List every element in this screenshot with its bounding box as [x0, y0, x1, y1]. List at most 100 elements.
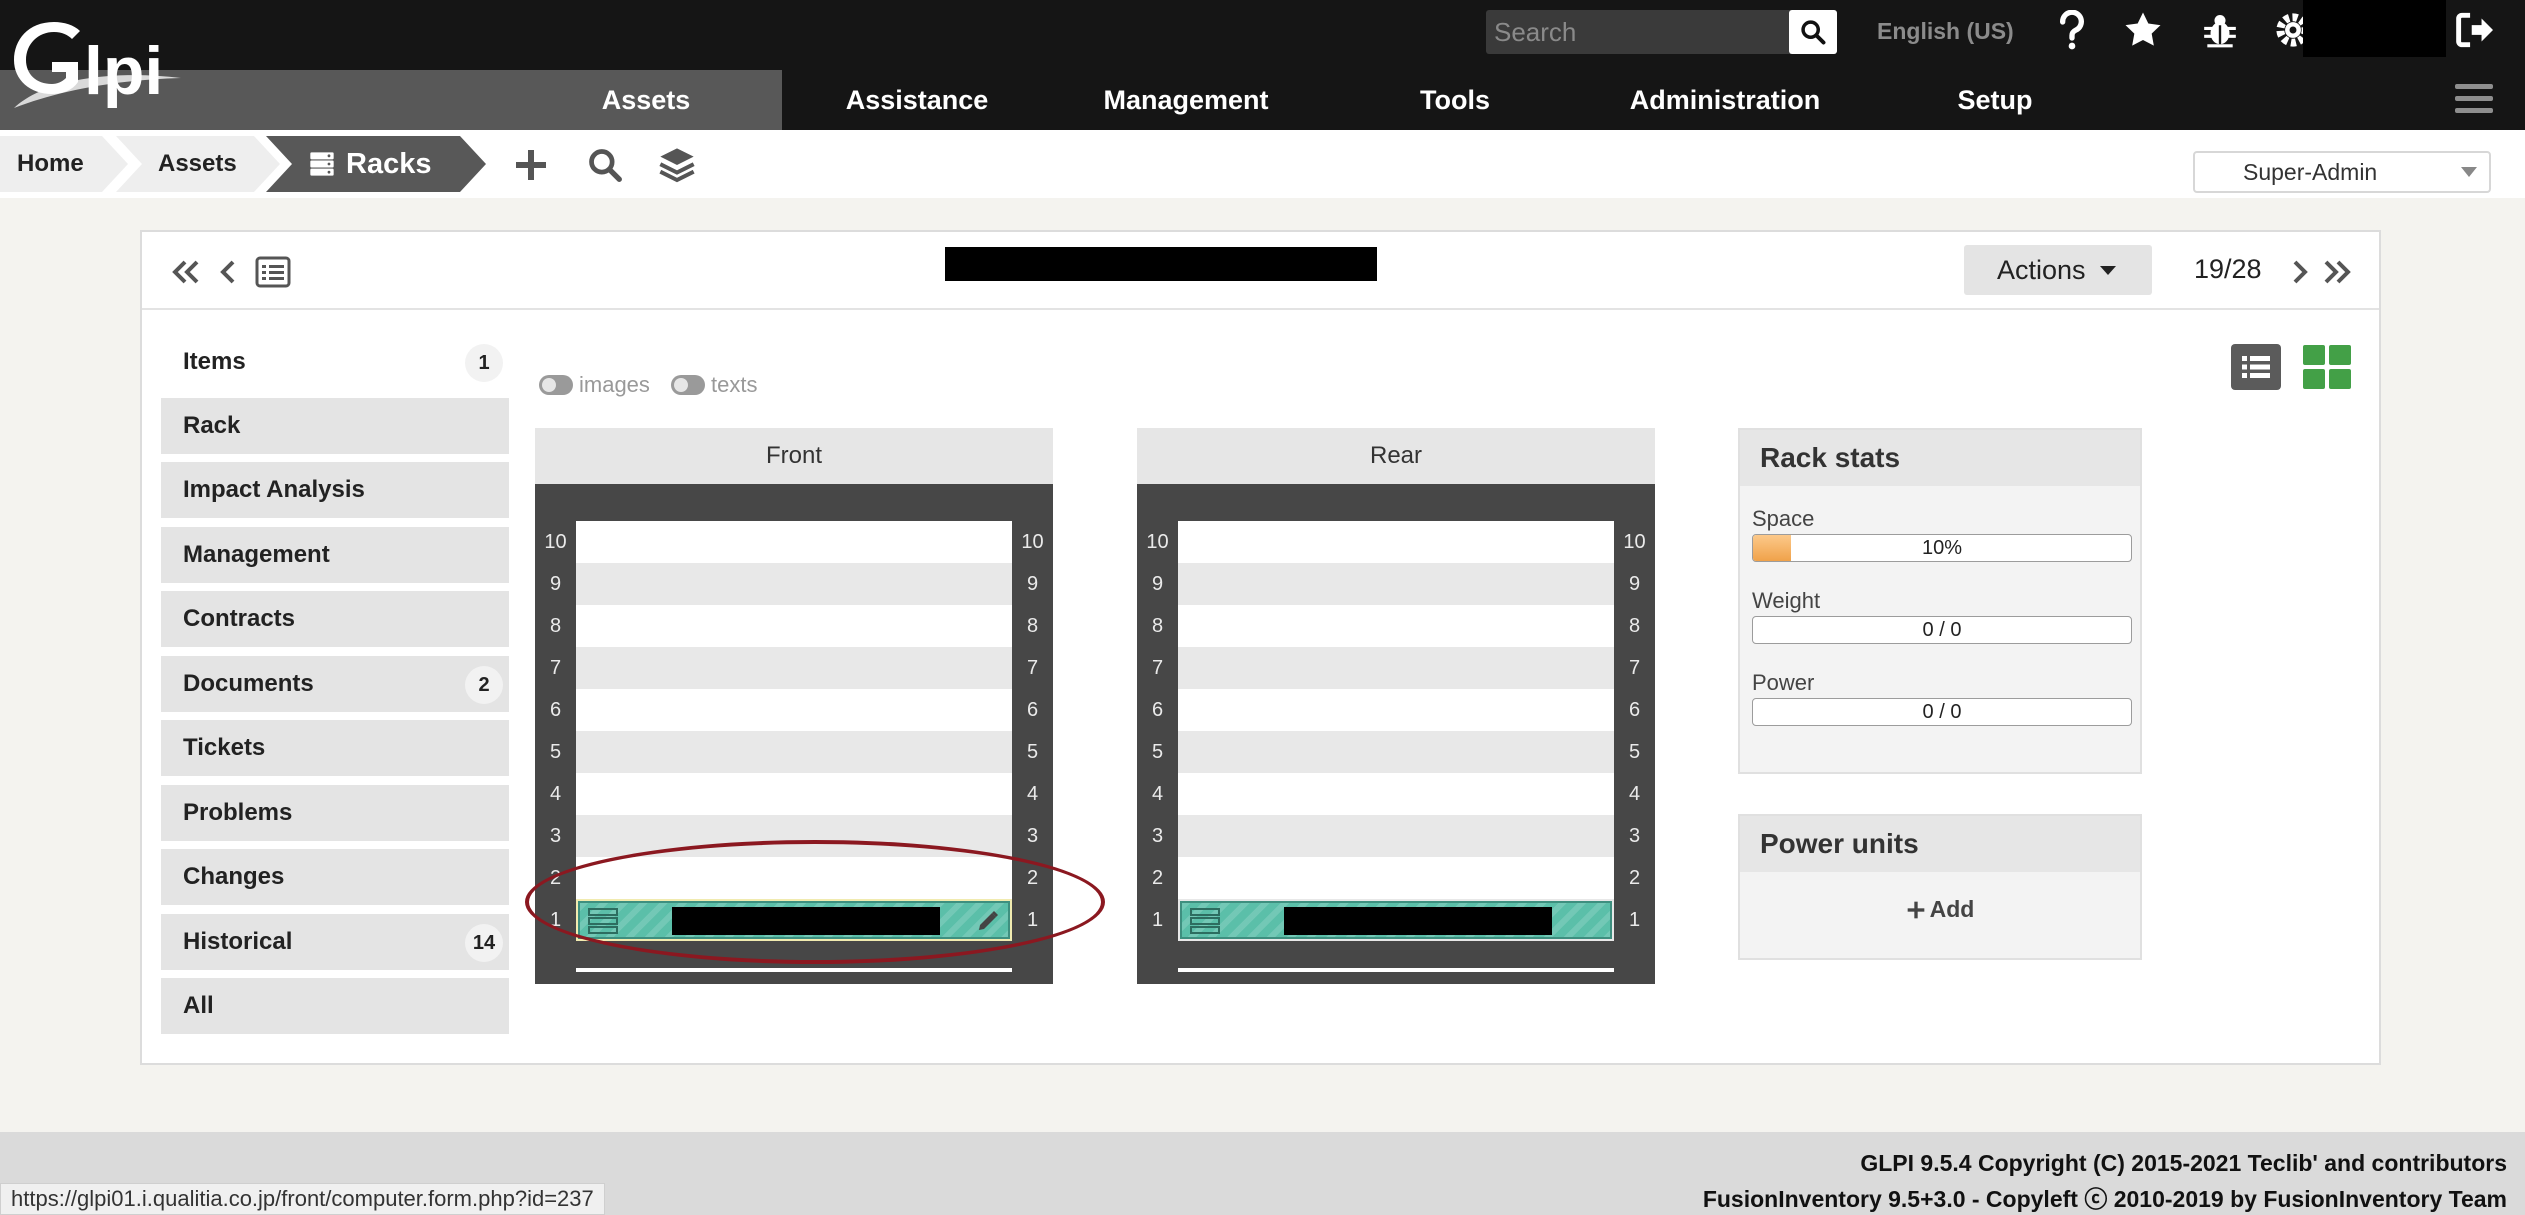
chevron-right-icon [2293, 260, 2308, 284]
tab-items[interactable]: Items 1 [161, 334, 509, 390]
breadcrumb-assets[interactable]: Assets [116, 136, 280, 192]
language-selector[interactable]: English (US) [1877, 18, 2014, 45]
rack-unit-number: 1 [1026, 909, 1039, 931]
server-icon [1190, 908, 1220, 934]
nav-tools[interactable]: Tools [1320, 70, 1590, 130]
list-records-button[interactable] [254, 254, 292, 290]
tab-changes[interactable]: Changes [161, 849, 509, 905]
nav-assistance[interactable]: Assistance [782, 70, 1052, 130]
tab-label: Management [183, 541, 330, 568]
rack-slot[interactable] [1178, 563, 1614, 605]
space-value: 10% [1921, 536, 1963, 559]
nav-management[interactable]: Management [1052, 70, 1320, 130]
rack-unit-number: 3 [1151, 825, 1164, 847]
texts-toggle[interactable]: texts [671, 372, 757, 398]
rack-slot[interactable] [1178, 689, 1614, 731]
rack-device-computer[interactable] [578, 901, 1010, 939]
power-label: Power [1752, 670, 1815, 695]
breadcrumb-home[interactable]: Home [0, 136, 128, 192]
debug-button[interactable] [2195, 6, 2245, 54]
rack-slot[interactable] [576, 647, 1012, 689]
caret-down-icon [2099, 265, 2116, 275]
help-button[interactable] [2047, 6, 2097, 54]
device-name-redacted [672, 907, 940, 935]
fusioninventory-copyright[interactable]: FusionInventory 9.5+3.0 - Copyleft ⓒ 201… [1703, 1180, 2507, 1214]
tab-rack[interactable]: Rack [161, 398, 509, 454]
rack-unit-number: 9 [549, 573, 562, 595]
tab-all[interactable]: All [161, 978, 509, 1034]
weight-label: Weight [1752, 588, 1821, 613]
logout-icon [2456, 12, 2493, 48]
breadcrumb-racks[interactable]: Racks [266, 136, 486, 192]
glpi-logo-icon: lpi [14, 22, 181, 109]
rack-unit-number: 1 [1151, 909, 1164, 931]
nav-setup[interactable]: Setup [1860, 70, 2130, 130]
add-power-unit-link[interactable]: Add [1740, 896, 2140, 923]
rack-unit-number: 6 [1026, 699, 1039, 721]
glpi-logo[interactable]: lpi [6, 8, 196, 118]
tab-impact-analysis[interactable]: Impact Analysis [161, 462, 509, 518]
question-icon [2060, 10, 2084, 50]
tab-tickets[interactable]: Tickets [161, 720, 509, 776]
next-record-button[interactable] [2290, 254, 2310, 290]
nav-administration[interactable]: Administration [1590, 70, 1860, 130]
rack-slot[interactable] [576, 857, 1012, 899]
nav-assets[interactable]: Assets [510, 70, 782, 130]
rack-unit-number: 10 [1623, 531, 1646, 553]
top-header: English (US) [0, 0, 2525, 70]
actions-button[interactable]: Actions [1964, 245, 2152, 295]
rack-unit-number: 6 [1628, 699, 1641, 721]
bookmarks-button[interactable] [2118, 6, 2168, 54]
rack-slot[interactable] [1178, 815, 1614, 857]
images-toggle[interactable]: images [539, 372, 650, 398]
rack-slot[interactable] [1178, 605, 1614, 647]
user-menu[interactable] [2303, 0, 2446, 57]
tab-label: Historical [183, 928, 293, 955]
tab-management[interactable]: Management [161, 527, 509, 583]
rack-slot[interactable] [576, 731, 1012, 773]
rack-slot[interactable] [576, 689, 1012, 731]
rack-slot[interactable] [576, 563, 1012, 605]
rack-device-computer-rear[interactable] [1180, 901, 1612, 939]
weight-value: 0 / 0 [1922, 618, 1962, 641]
last-record-button[interactable] [2320, 254, 2354, 290]
templates-button[interactable] [654, 142, 700, 188]
rack-slot[interactable] [1178, 647, 1614, 689]
rack-stats-box: Rack stats Space 10% Weight 0 / 0 Power … [1738, 428, 2142, 774]
rack-slot[interactable] [1178, 731, 1614, 773]
rack-unit-number: 2 [549, 867, 562, 889]
list-view-button[interactable] [2231, 344, 2281, 390]
power-progress: 0 / 0 [1752, 698, 2132, 726]
menu-toggle[interactable] [2455, 84, 2493, 116]
first-record-button[interactable] [169, 254, 203, 290]
tab-historical[interactable]: Historical 14 [161, 914, 509, 970]
rack-slot[interactable] [576, 521, 1012, 563]
search-input[interactable] [1486, 10, 1786, 54]
hamburger-icon-bar [2455, 108, 2493, 113]
profile-select[interactable]: Super-Admin [2193, 151, 2491, 193]
grid-view-button[interactable] [2302, 344, 2352, 390]
rack-slot[interactable] [576, 815, 1012, 857]
tab-contracts[interactable]: Contracts [161, 591, 509, 647]
tab-problems[interactable]: Problems [161, 785, 509, 841]
rack-stats-title: Rack stats [1740, 430, 2140, 486]
search-button[interactable] [1789, 10, 1837, 54]
chevron-left-icon [220, 260, 235, 284]
rack-slot[interactable] [1178, 857, 1614, 899]
rack-slot[interactable] [1178, 521, 1614, 563]
add-rack-button[interactable] [508, 142, 554, 188]
rack-slot[interactable] [1178, 773, 1614, 815]
breadcrumb-racks-label: Racks [346, 147, 432, 180]
rack-unit-number: 4 [1628, 783, 1641, 805]
add-label: Add [1929, 896, 1975, 922]
pencil-icon[interactable] [976, 909, 1000, 933]
tab-documents[interactable]: Documents 2 [161, 656, 509, 712]
rack-slot[interactable] [576, 605, 1012, 647]
server-icon [588, 908, 618, 934]
glpi-copyright[interactable]: GLPI 9.5.4 Copyright (C) 2015-2021 Tecli… [1860, 1150, 2507, 1177]
actions-label: Actions [1997, 254, 2086, 285]
search-racks-button[interactable] [582, 142, 628, 188]
logout-button[interactable] [2450, 6, 2500, 54]
previous-record-button[interactable] [216, 254, 240, 290]
rack-slot[interactable] [576, 773, 1012, 815]
